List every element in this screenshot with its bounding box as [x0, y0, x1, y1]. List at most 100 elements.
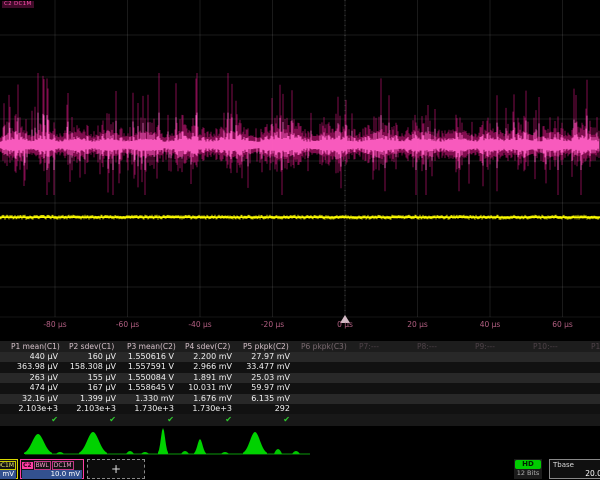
measurement-cell: 2.103e+3 — [68, 404, 126, 414]
trace-label-c2: C2 DC1M — [2, 1, 34, 8]
measurement-column-header[interactable]: P10:--- — [532, 341, 590, 352]
measurement-column-header[interactable]: P6 pkpk(C3) — [300, 341, 358, 352]
measurement-cell: 32.16 µV — [10, 394, 68, 404]
measurement-histicon — [243, 432, 267, 454]
c1-coupling-badge: DC1M — [0, 461, 16, 470]
time-axis-label: 0 µs — [337, 320, 353, 329]
measurement-cell — [358, 394, 416, 404]
measurement-status-check — [300, 414, 358, 426]
measurement-header-row: P1 mean(C1)P2 sdev(C1)P3 mean(C2)P4 sdev… — [0, 341, 600, 352]
hd-mode-indicator[interactable]: HD 12 Bits — [514, 459, 542, 479]
measurement-cell — [590, 394, 600, 404]
measurement-cell: 10.031 mV — [184, 383, 242, 393]
measurement-histicon — [158, 428, 168, 454]
measurement-histicon — [24, 434, 52, 454]
measurement-cell: 363.98 µV — [10, 362, 68, 372]
measurement-cell: 263 µV — [10, 373, 68, 383]
timebase-descriptor[interactable]: Tbase 20.0 µs — [549, 459, 600, 479]
measurement-cell — [474, 352, 532, 362]
measurement-cell — [474, 394, 532, 404]
measurement-column-header[interactable]: P2 sdev(C1) — [68, 341, 126, 352]
measurement-cell — [416, 404, 474, 414]
measurement-cell — [532, 352, 590, 362]
add-channel-button[interactable]: + — [87, 459, 145, 479]
measurement-status-check: ✔ — [184, 414, 242, 426]
measurement-cell — [474, 383, 532, 393]
measurement-cell — [590, 362, 600, 372]
measurement-cell — [590, 352, 600, 362]
measurement-cell: 27.97 mV — [242, 352, 300, 362]
measurement-cell: 160 µV — [68, 352, 126, 362]
measurement-row: 32.16 µV1.399 µV1.330 mV1.676 mV6.135 mV — [0, 394, 600, 404]
channel-descriptor-c1[interactable]: DC1M 10.0 mV — [0, 459, 18, 479]
measurement-cell — [532, 373, 590, 383]
measurement-cell — [300, 394, 358, 404]
measurement-cell: 155 µV — [68, 373, 126, 383]
measurement-row: 2.103e+32.103e+31.730e+31.730e+3292 — [0, 404, 600, 414]
measurement-status-check: ✔ — [10, 414, 68, 426]
measurement-cell — [300, 352, 358, 362]
measurement-status-check: ✔ — [242, 414, 300, 426]
measurement-cell — [474, 373, 532, 383]
measurement-cell: 474 µV — [10, 383, 68, 393]
time-axis-label: 40 µs — [480, 320, 501, 329]
measurement-histicon — [79, 432, 107, 454]
time-axis-label: -80 µs — [43, 320, 66, 329]
c1-volts-per-div[interactable]: 10.0 mV — [0, 470, 16, 479]
measurement-status-check: ✔ — [126, 414, 184, 426]
waveform-grid[interactable]: C2 DC1M -100 µs-80 µs-60 µs-40 µs-20 µs0… — [0, 0, 600, 332]
measurement-row: 440 µV160 µV1.550616 V2.200 mV27.97 mV — [0, 352, 600, 362]
measurement-column-header[interactable]: P3 mean(C2) — [126, 341, 184, 352]
measurement-status-check — [474, 414, 532, 426]
measurement-column-header[interactable]: P11:--- — [590, 341, 600, 352]
measurement-cell: 1.891 mV — [184, 373, 242, 383]
measurement-cell: 2.103e+3 — [10, 404, 68, 414]
measurement-cell — [590, 404, 600, 414]
c2-volts-per-div[interactable]: 10.0 mV — [22, 470, 82, 479]
measurement-cell — [358, 352, 416, 362]
measurement-table: P1 mean(C1)P2 sdev(C1)P3 mean(C2)P4 sdev… — [0, 341, 600, 426]
measurement-cell — [300, 362, 358, 372]
measurement-status-check — [590, 414, 600, 426]
measurement-cell — [416, 362, 474, 372]
c2-channel-badge: C2 — [22, 462, 33, 469]
measurement-column-header[interactable]: P5 pkpk(C2) — [242, 341, 300, 352]
measurement-cell: 1.330 mV — [126, 394, 184, 404]
hd-badge: HD — [515, 460, 541, 469]
time-axis-label: 60 µs — [552, 320, 573, 329]
measurement-cell: 33.477 mV — [242, 362, 300, 372]
measurement-row: 363.98 µV158.308 µV1.557591 V2.966 mV33.… — [0, 362, 600, 372]
measurement-cell: 1.676 mV — [184, 394, 242, 404]
measurement-status-check — [358, 414, 416, 426]
measurement-cell — [532, 394, 590, 404]
measurement-column-header[interactable]: P8:--- — [416, 341, 474, 352]
measurement-cell — [416, 383, 474, 393]
timebase-label: Tbase — [550, 460, 600, 469]
hd-bits-label: 12 Bits — [514, 469, 542, 478]
measurement-cell: 2.966 mV — [184, 362, 242, 372]
measurement-status-check — [416, 414, 474, 426]
measurement-column-header[interactable]: P9:--- — [474, 341, 532, 352]
measurement-cell — [532, 404, 590, 414]
channel-descriptor-c2[interactable]: C2 BWL DC1M 10.0 mV — [20, 459, 84, 479]
measurement-cell — [590, 373, 600, 383]
measurement-column-header[interactable]: P7:--- — [358, 341, 416, 352]
measurement-cell: 2.200 mV — [184, 352, 242, 362]
measurement-column-header[interactable]: P4 sdev(C2) — [184, 341, 242, 352]
measurement-cell: 167 µV — [68, 383, 126, 393]
measurement-cell — [416, 394, 474, 404]
measurement-cell: 1.730e+3 — [184, 404, 242, 414]
measurement-cell: 25.03 mV — [242, 373, 300, 383]
measurement-column-header[interactable]: P1 mean(C1) — [10, 341, 68, 352]
measurement-row: 263 µV155 µV1.550084 V1.891 mV25.03 mV — [0, 373, 600, 383]
measurement-status-check — [532, 414, 590, 426]
measurement-row: 474 µV167 µV1.558645 V10.031 mV59.97 mV — [0, 383, 600, 393]
measurement-cell — [300, 404, 358, 414]
measurement-cell — [300, 373, 358, 383]
measurement-histicon — [194, 439, 206, 454]
measurement-cell: 59.97 mV — [242, 383, 300, 393]
oscilloscope-screen: C2 DC1M -100 µs-80 µs-60 µs-40 µs-20 µs0… — [0, 0, 600, 480]
measurement-cell — [416, 373, 474, 383]
measurement-cell: 1.557591 V — [126, 362, 184, 372]
measurement-cell — [358, 373, 416, 383]
